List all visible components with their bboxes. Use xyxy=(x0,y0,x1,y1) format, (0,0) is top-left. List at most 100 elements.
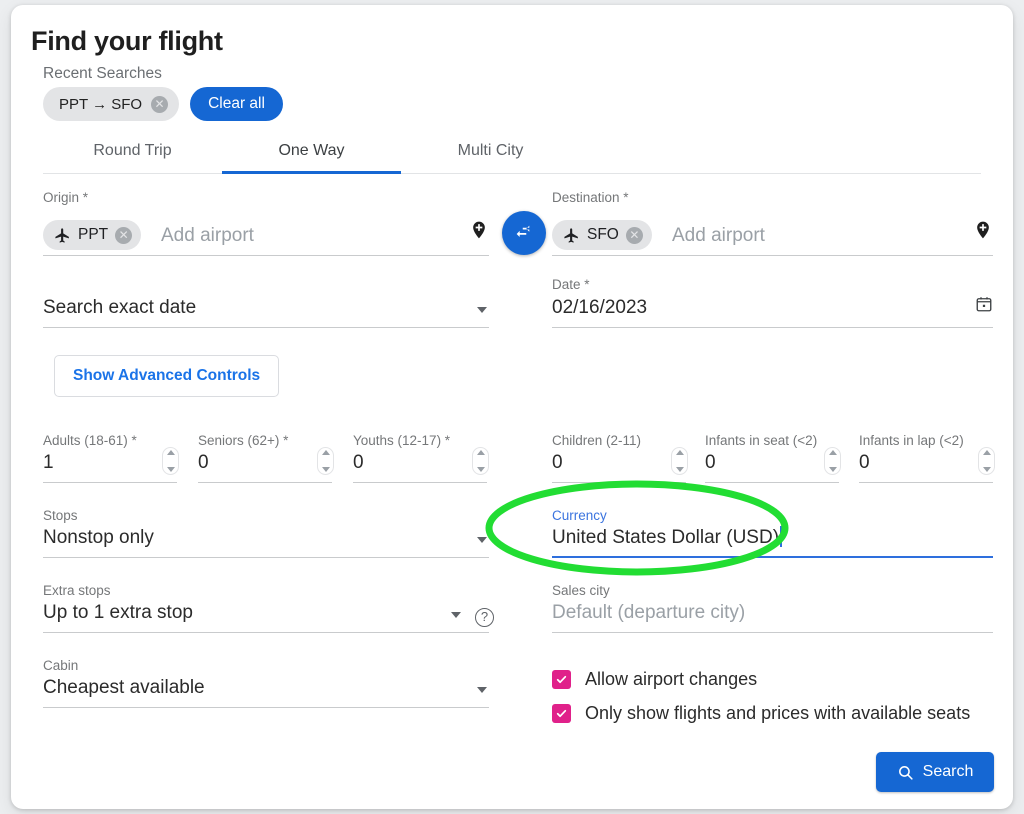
adults-stepper[interactable]: Adults (18-61) * 1 xyxy=(43,433,179,483)
arrow-down-icon[interactable] xyxy=(675,467,684,472)
checkbox-checked-icon[interactable] xyxy=(552,670,571,689)
children-value[interactable]: 0 xyxy=(552,452,563,474)
screenshot-root: Find your flight Recent Searches PPT → S… xyxy=(0,0,1024,814)
add-location-icon[interactable] xyxy=(973,218,993,247)
close-icon[interactable]: ✕ xyxy=(115,226,133,244)
allow-airport-changes-checkbox[interactable]: Allow airport changes xyxy=(552,669,757,690)
origin-field[interactable]: Origin * PPT ✕ Add airport xyxy=(43,190,489,256)
arrow-up-icon[interactable] xyxy=(675,450,684,455)
flight-search-card: Find your flight Recent Searches PPT → S… xyxy=(11,5,1013,809)
date-mode-value: Search exact date xyxy=(43,297,197,318)
adults-value[interactable]: 1 xyxy=(43,452,54,474)
tab-one-way[interactable]: One Way xyxy=(222,131,401,174)
origin-underline xyxy=(43,255,489,256)
youths-stepper[interactable]: Youths (12-17) * 0 xyxy=(353,433,489,483)
date-underline xyxy=(552,327,993,328)
currency-value-text: United States Dollar (USD) xyxy=(552,527,780,548)
arrow-down-icon[interactable] xyxy=(828,467,837,472)
infants-in-seat-stepper[interactable]: Infants in seat (<2) 0 xyxy=(705,433,841,483)
stops-value: Nonstop only xyxy=(43,527,154,548)
origin-label: Origin * xyxy=(43,190,89,205)
cabin-select[interactable]: Cabin Cheapest available xyxy=(43,658,489,708)
seniors-stepper-arrows[interactable] xyxy=(319,450,332,472)
infants-in-seat-underline xyxy=(705,482,839,483)
arrow-down-icon[interactable] xyxy=(476,467,485,472)
swap-airports-button[interactable] xyxy=(502,211,546,255)
cabin-underline xyxy=(43,707,489,708)
extra-stops-value: Up to 1 extra stop xyxy=(43,602,193,623)
help-icon[interactable]: ? xyxy=(475,608,494,627)
infants-in-lap-value[interactable]: 0 xyxy=(859,452,870,474)
add-location-icon[interactable] xyxy=(469,218,489,247)
children-label: Children (2-11) xyxy=(552,433,642,448)
infants-in-seat-stepper-arrows[interactable] xyxy=(826,450,839,472)
airplane-icon xyxy=(564,227,578,243)
trip-type-tabs: Round Trip One Way Multi City xyxy=(43,131,981,174)
arrow-up-icon[interactable] xyxy=(828,450,837,455)
cabin-value: Cheapest available xyxy=(43,677,205,698)
infants-in-seat-label: Infants in seat (<2) xyxy=(705,433,818,448)
close-icon[interactable]: ✕ xyxy=(625,226,643,244)
show-advanced-controls-button[interactable]: Show Advanced Controls xyxy=(54,355,280,397)
destination-airport-chip[interactable]: SFO ✕ xyxy=(552,220,652,250)
date-mode-select[interactable]: Search exact date xyxy=(43,290,489,328)
text-caret xyxy=(780,526,782,547)
adults-stepper-arrows[interactable] xyxy=(164,450,177,472)
recent-search-chip[interactable]: PPT → SFO ✕ xyxy=(43,87,180,121)
youths-underline xyxy=(353,482,487,483)
seniors-stepper[interactable]: Seniors (62+) * 0 xyxy=(198,433,334,483)
destination-underline xyxy=(552,255,993,256)
seniors-value[interactable]: 0 xyxy=(198,452,209,474)
chevron-down-icon[interactable] xyxy=(477,687,487,693)
destination-field[interactable]: Destination * SFO ✕ Add airport xyxy=(552,190,993,256)
arrow-up-icon[interactable] xyxy=(166,450,175,455)
extra-stops-select[interactable]: Extra stops Up to 1 extra stop xyxy=(43,583,489,633)
currency-field[interactable]: Currency United States Dollar (USD) xyxy=(552,508,993,558)
date-mode-underline xyxy=(43,327,489,328)
calendar-icon[interactable] xyxy=(975,295,993,318)
only-available-seats-checkbox[interactable]: Only show flights and prices with availa… xyxy=(552,703,970,724)
arrow-down-icon[interactable] xyxy=(982,467,991,472)
arrow-down-icon[interactable] xyxy=(321,467,330,472)
chevron-down-icon[interactable] xyxy=(477,307,487,313)
children-stepper-arrows[interactable] xyxy=(673,450,686,472)
infants-in-lap-stepper[interactable]: Infants in lap (<2) 0 xyxy=(859,433,995,483)
origin-input-placeholder[interactable]: Add airport xyxy=(161,225,254,247)
infants-in-lap-label: Infants in lap (<2) xyxy=(859,433,964,448)
chevron-down-icon[interactable] xyxy=(477,537,487,543)
clear-all-button[interactable]: Clear all xyxy=(190,87,283,121)
stops-select[interactable]: Stops Nonstop only xyxy=(43,508,489,558)
youths-stepper-arrows[interactable] xyxy=(474,450,487,472)
sales-city-placeholder[interactable]: Default (departure city) xyxy=(552,602,745,624)
tab-round-trip[interactable]: Round Trip xyxy=(43,131,222,173)
arrow-down-icon[interactable] xyxy=(166,467,175,472)
extra-stops-label: Extra stops xyxy=(43,583,111,598)
infants-in-lap-stepper-arrows[interactable] xyxy=(980,450,993,472)
children-underline xyxy=(552,482,686,483)
date-label: Date * xyxy=(552,277,590,292)
date-field[interactable]: Date * 02/16/2023 xyxy=(552,277,993,328)
adults-underline xyxy=(43,482,177,483)
stops-underline xyxy=(43,557,489,558)
destination-input-placeholder[interactable]: Add airport xyxy=(672,225,765,247)
youths-value[interactable]: 0 xyxy=(353,452,364,474)
search-button-label: Search xyxy=(922,763,974,780)
sales-city-label: Sales city xyxy=(552,583,610,598)
sales-city-field[interactable]: Sales city Default (departure city) xyxy=(552,583,993,633)
search-button[interactable]: Search xyxy=(876,752,994,792)
adults-label: Adults (18-61) * xyxy=(43,433,137,448)
currency-value[interactable]: United States Dollar (USD) xyxy=(552,526,782,549)
arrow-up-icon[interactable] xyxy=(982,450,991,455)
page-title: Find your flight xyxy=(31,26,223,56)
checkbox-checked-icon[interactable] xyxy=(552,704,571,723)
arrow-up-icon[interactable] xyxy=(321,450,330,455)
airplane-icon xyxy=(55,227,69,243)
children-stepper[interactable]: Children (2-11) 0 xyxy=(552,433,688,483)
youths-label: Youths (12-17) * xyxy=(353,433,451,448)
infants-in-seat-value[interactable]: 0 xyxy=(705,452,716,474)
close-icon[interactable]: ✕ xyxy=(151,95,169,113)
arrow-up-icon[interactable] xyxy=(476,450,485,455)
origin-airport-chip[interactable]: PPT ✕ xyxy=(43,220,142,250)
tab-multi-city[interactable]: Multi City xyxy=(401,131,580,173)
chevron-down-icon[interactable] xyxy=(451,612,461,618)
